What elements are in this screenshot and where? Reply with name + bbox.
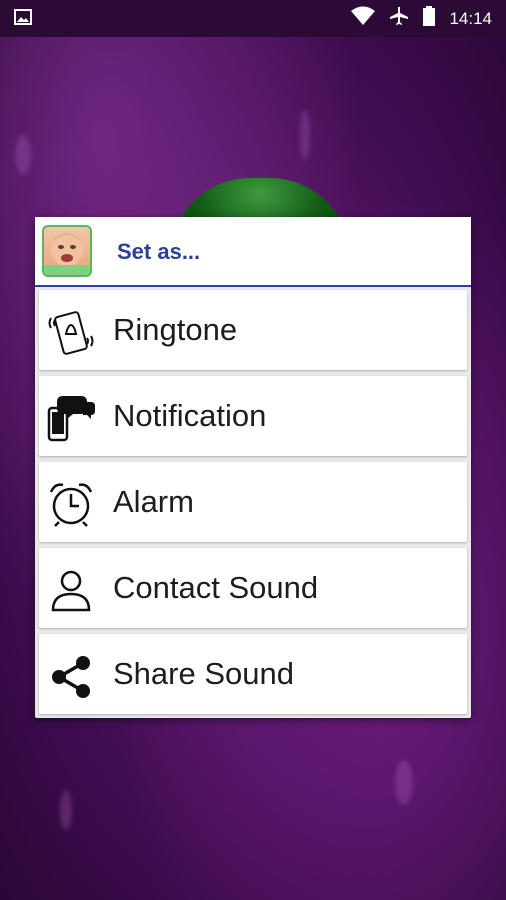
dialog-header: Set as... (35, 217, 471, 287)
app-icon (42, 225, 92, 277)
clock-time: 14:14 (449, 8, 492, 28)
notification-option[interactable]: Notification (39, 376, 467, 456)
set-as-dialog: Set as... Ringtone Notification Alarm Co… (35, 217, 471, 718)
background-streak (15, 135, 31, 175)
phone-ring-icon (47, 308, 95, 356)
battery-icon (423, 6, 436, 31)
alarm-option[interactable]: Alarm (39, 462, 467, 542)
background-streak (300, 110, 310, 160)
wifi-icon (351, 6, 376, 31)
background-streak (395, 760, 413, 805)
image-notification-icon (14, 9, 32, 30)
alarm-clock-icon (47, 480, 95, 528)
notification-label: Notification (113, 398, 267, 433)
contact-icon (47, 566, 95, 614)
ringtone-label: Ringtone (113, 312, 238, 347)
status-bar: 14:14 (0, 0, 506, 37)
alarm-label: Alarm (113, 484, 194, 519)
contact-sound-label: Contact Sound (113, 570, 319, 605)
ringtone-option[interactable]: Ringtone (39, 290, 467, 370)
airplane-icon (389, 6, 409, 31)
contact-sound-option[interactable]: Contact Sound (39, 548, 467, 628)
background-streak (60, 790, 72, 830)
dialog-title: Set as... (117, 239, 201, 264)
notification-icon (47, 394, 95, 442)
share-sound-option[interactable]: Share Sound (39, 634, 467, 714)
share-icon (47, 652, 95, 700)
share-sound-label: Share Sound (113, 656, 294, 691)
